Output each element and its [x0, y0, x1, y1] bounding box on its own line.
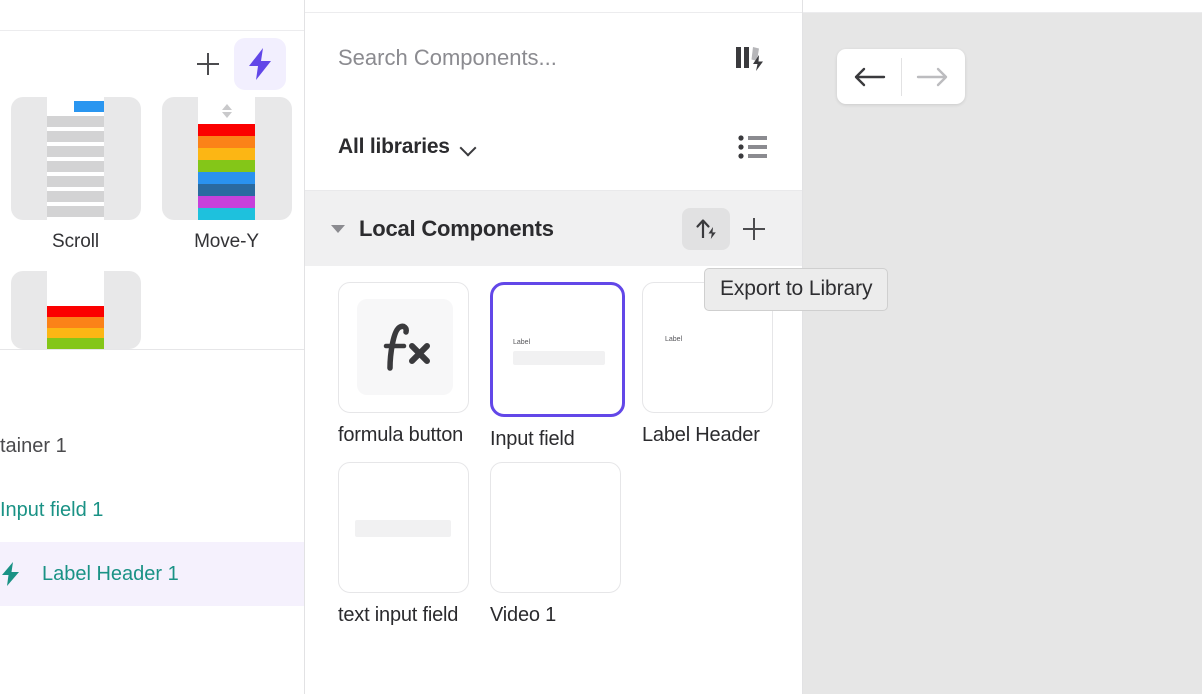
preview-mini-input — [355, 519, 451, 537]
add-button[interactable] — [192, 48, 224, 80]
canvas-area[interactable]: Scene 1 Label Label — [803, 0, 1202, 694]
formula-fx-icon[interactable] — [338, 282, 469, 413]
color-row — [47, 338, 104, 349]
plus-icon — [197, 53, 219, 75]
color-row — [198, 160, 255, 172]
component-card[interactable]: formula button — [338, 282, 490, 454]
thumbnail-cell[interactable]: Move-Y — [151, 97, 302, 271]
scroll-row — [47, 146, 104, 157]
component-name: Video 1 — [490, 603, 557, 626]
left-panel-actions — [0, 31, 304, 97]
design-tool-window: Scroll Move-Y tainer 1 Input field 1 Lab… — [0, 0, 1202, 694]
color-row — [198, 172, 255, 184]
canvas-navigation-pill — [837, 49, 965, 104]
thumbnail-inner — [47, 271, 104, 349]
scroll-row — [47, 116, 104, 127]
export-to-library-tooltip: Export to Library — [704, 268, 889, 311]
scroll-rows — [47, 97, 104, 220]
layer-list-spacer — [0, 350, 304, 414]
components-grid: formula button Label Input field Label L… — [305, 266, 802, 694]
component-card[interactable]: Video 1 — [490, 461, 642, 630]
preview-mini-input — [513, 351, 605, 365]
color-row — [198, 196, 255, 208]
color-row — [198, 136, 255, 148]
local-components-section-header: Local Components — [305, 191, 802, 266]
color-row — [47, 306, 104, 318]
scroll-row — [47, 191, 104, 202]
scroll-row — [47, 206, 104, 217]
thumbnail-inner — [47, 97, 104, 220]
partial-preview-thumbnail[interactable] — [10, 271, 141, 349]
layer-row-input-field[interactable]: Input field 1 — [0, 478, 304, 542]
left-panel-top-bar — [0, 0, 304, 31]
thumbnail-cell[interactable]: Scroll — [0, 97, 151, 271]
canvas-top-bar — [803, 0, 1202, 13]
component-name: formula button — [338, 424, 464, 446]
left-panel: Scroll Move-Y tainer 1 Input field 1 Lab… — [0, 0, 305, 694]
export-to-library-button[interactable] — [682, 207, 730, 250]
layer-row-label-header[interactable]: Label Header 1 — [0, 542, 304, 606]
color-row — [47, 327, 104, 339]
thumbnail-inner — [198, 97, 255, 220]
move-y-preview-thumbnail[interactable] — [161, 97, 292, 220]
component-name: Input field — [490, 428, 575, 450]
layer-label: Label Header 1 — [42, 562, 179, 585]
add-component-button[interactable] — [730, 208, 778, 250]
preview-mini-label: Label — [513, 339, 531, 346]
thumbnail-label: Move-Y — [194, 231, 259, 252]
scroll-row — [47, 176, 104, 187]
plus-icon — [743, 217, 765, 240]
search-row — [305, 13, 802, 103]
color-row — [198, 148, 255, 160]
nav-forward-button[interactable] — [902, 65, 966, 89]
color-row — [47, 317, 104, 328]
component-card[interactable]: text input field — [338, 461, 490, 630]
formula-pad — [357, 299, 453, 395]
components-panel: All libraries Local Components — [305, 0, 803, 694]
triangle-down-icon — [221, 111, 232, 118]
section-title: Local Components — [359, 215, 554, 241]
layer-row-container[interactable]: tainer 1 — [0, 414, 304, 478]
scroll-top-row — [47, 101, 104, 112]
color-row — [198, 184, 255, 196]
component-card-selected[interactable]: Label Input field — [490, 282, 642, 454]
layer-label: Input field 1 — [0, 498, 104, 521]
library-bolt-icon[interactable] — [730, 41, 770, 75]
text-input-preview[interactable] — [338, 461, 469, 593]
arrow-right-icon — [917, 67, 948, 86]
thumbnail-label: Scroll — [52, 231, 99, 252]
interaction-bolt-button[interactable] — [234, 38, 286, 90]
thumbnail-spacer — [47, 271, 104, 306]
lightning-bolt-icon — [249, 48, 271, 80]
layer-label: tainer 1 — [0, 434, 67, 457]
scroll-selection-bar — [74, 101, 104, 112]
nav-back-button[interactable] — [837, 65, 901, 89]
search-input[interactable] — [338, 45, 730, 71]
arrow-left-icon — [854, 67, 885, 86]
component-name: text input field — [338, 603, 459, 626]
filter-row: All libraries — [305, 103, 802, 191]
scroll-preview-thumbnail[interactable] — [10, 97, 141, 220]
list-view-icon[interactable] — [736, 132, 770, 162]
input-field-preview[interactable]: Label — [490, 282, 625, 417]
chevron-down-icon[interactable] — [461, 142, 476, 151]
component-name: Label Header — [642, 424, 760, 446]
preview-mini-label: Label — [665, 336, 683, 343]
scroll-row — [47, 161, 104, 172]
stepper-arrows — [198, 97, 255, 124]
caret-down-icon[interactable] — [331, 224, 345, 233]
layer-list: tainer 1 Input field 1 Label Header 1 — [0, 350, 304, 606]
preview-thumbnail-grid: Scroll Move-Y — [0, 97, 304, 349]
thumbnail-cell[interactable] — [0, 271, 151, 349]
empty-preview[interactable] — [490, 461, 621, 593]
color-row — [198, 208, 255, 220]
triangle-up-icon — [221, 103, 232, 110]
library-filter-label[interactable]: All libraries — [338, 135, 450, 159]
components-panel-top-bar — [305, 0, 802, 13]
scroll-row — [47, 131, 104, 142]
layer-bolt-icon — [0, 562, 22, 586]
export-to-library-icon — [696, 218, 716, 239]
color-row — [198, 124, 255, 136]
